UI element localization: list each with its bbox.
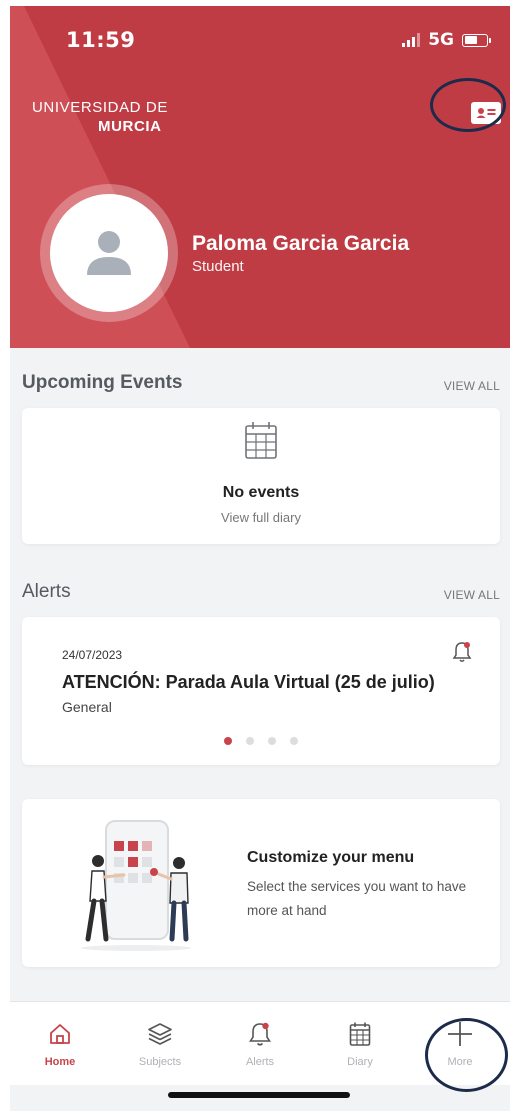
avatar-inner (50, 194, 168, 312)
profile-header: 11:59 5G UNIVERSIDAD DE MURCIA Paloma Ga… (10, 6, 510, 348)
events-card[interactable]: No events View full diary (22, 408, 500, 544)
customize-title: Customize your menu (247, 849, 415, 866)
alert-card[interactable]: 24/07/2023 ATENCIÓN: Parada Aula Virtual… (22, 617, 500, 765)
user-name: Paloma Garcia Garcia (192, 232, 410, 255)
customize-illustration (81, 820, 191, 951)
status-time: 11:59 (66, 28, 136, 52)
avatar[interactable] (40, 184, 178, 322)
pager-dot[interactable] (268, 737, 276, 745)
pager-dot[interactable] (246, 737, 254, 745)
tab-label: Home (44, 1056, 76, 1068)
home-icon (50, 1024, 70, 1044)
tab-subjects[interactable]: Subjects (110, 1002, 210, 1086)
layers-icon (148, 1023, 172, 1045)
network-label: 5G (428, 30, 454, 50)
events-view-all-link[interactable]: VIEW ALL (444, 379, 500, 393)
tab-label: Diary (347, 1056, 373, 1068)
logo-line2: MURCIA (98, 118, 162, 135)
tab-home[interactable]: Home (10, 1002, 110, 1086)
battery-icon (462, 33, 491, 47)
user-avatar-icon (87, 231, 131, 275)
tab-label: Alerts (245, 1056, 275, 1068)
alert-bell-icon (452, 642, 472, 662)
calendar-icon (349, 1022, 371, 1046)
app-screen: 11:59 5G UNIVERSIDAD DE MURCIA Paloma Ga… (10, 6, 510, 1111)
annotation-circle-id-card (430, 78, 506, 132)
alerts-pager (22, 737, 500, 745)
user-role: Student (192, 258, 244, 275)
home-indicator[interactable] (168, 1092, 350, 1098)
annotation-circle-more (425, 1018, 508, 1092)
view-full-diary-link[interactable]: View full diary (22, 510, 500, 525)
tab-diary[interactable]: Diary (310, 1002, 410, 1086)
status-indicators: 5G (402, 30, 491, 50)
upcoming-events-title: Upcoming Events (22, 372, 183, 393)
calendar-icon (245, 422, 277, 459)
logo-line1: UNIVERSIDAD DE (32, 99, 168, 116)
alert-date: 24/07/2023 (62, 648, 123, 662)
tab-label: Subjects (138, 1056, 182, 1068)
pager-dot[interactable] (290, 737, 298, 745)
alerts-title: Alerts (22, 581, 71, 602)
signal-icon (402, 33, 421, 47)
pager-dot[interactable] (224, 737, 232, 745)
alert-category: General (62, 699, 112, 715)
customize-description: Select the services you want to have mor… (247, 879, 467, 918)
customize-menu-card[interactable]: Customize your menu Select the services … (22, 799, 500, 967)
alerts-view-all-link[interactable]: VIEW ALL (444, 588, 500, 602)
alert-title: ATENCIÓN: Parada Aula Virtual (25 de jul… (62, 672, 435, 692)
bell-icon (249, 1022, 271, 1046)
tab-alerts[interactable]: Alerts (210, 1002, 310, 1086)
no-events-text: No events (222, 484, 300, 501)
